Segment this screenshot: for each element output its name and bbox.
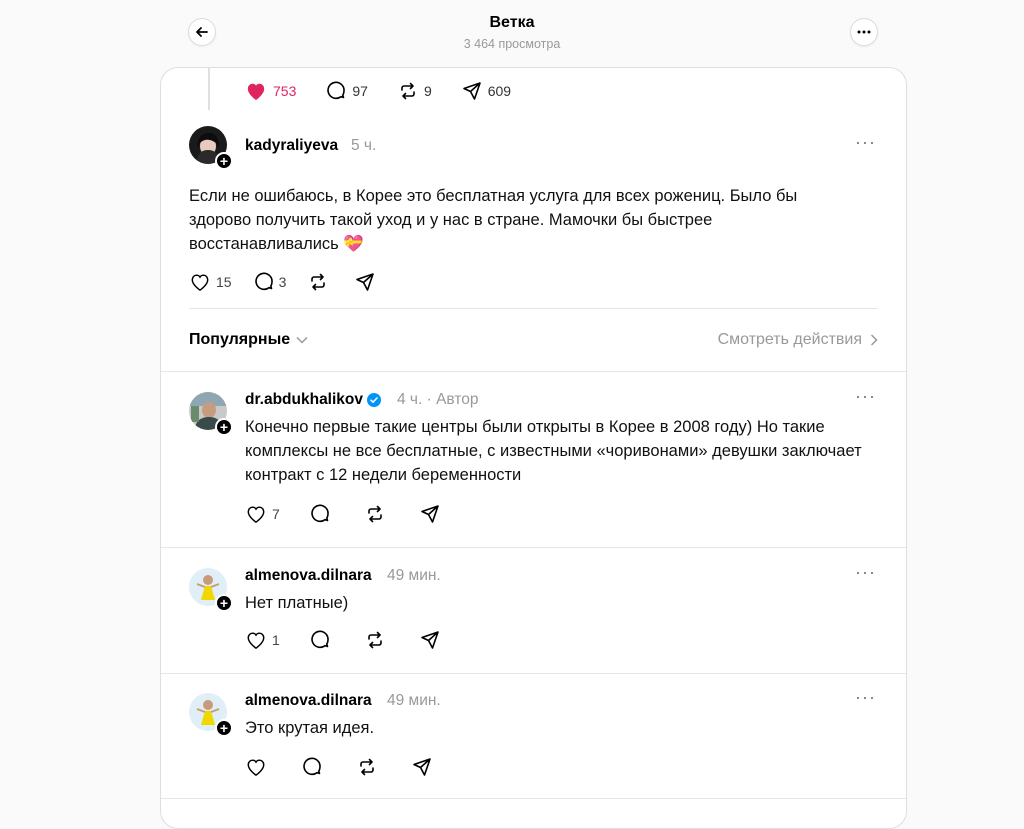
more-options-icon[interactable]: ··· (855, 132, 876, 153)
share-button[interactable] (420, 504, 445, 524)
more-options-icon[interactable]: ··· (855, 687, 876, 708)
username[interactable]: almenova.dilnara (245, 692, 372, 710)
comment-actions: 7 (245, 504, 467, 524)
author-tag: Автор (436, 391, 479, 408)
repost-button[interactable] (308, 272, 333, 292)
username[interactable]: almenova.dilnara (245, 567, 372, 585)
comment-text: Конечно первые такие центры были открыты… (245, 418, 862, 484)
parent-stats: 753 97 9 609 (245, 80, 541, 102)
follow-plus-icon[interactable]: + (215, 152, 233, 170)
follow-plus-icon[interactable]: + (215, 594, 233, 612)
reply-count: 97 (352, 83, 368, 99)
send-icon (413, 758, 431, 776)
post-actions: 15 3 (189, 272, 402, 292)
repost-icon (360, 758, 374, 776)
view-actions-label: Смотреть действия (717, 331, 862, 348)
like-count: 15 (216, 274, 232, 290)
verified-badge-icon (367, 392, 382, 407)
send-icon (420, 631, 439, 649)
timestamp: 49 мин. (387, 567, 441, 584)
repost-button[interactable] (365, 630, 390, 650)
comment-item: + almenova.dilnara 49 мин. ··· Нет платн… (161, 562, 906, 674)
comment-meta: 4 ч. · Автор (397, 391, 479, 408)
timestamp: 49 мин. (387, 692, 441, 709)
sort-dropdown[interactable]: Популярные (189, 331, 308, 349)
divider (189, 308, 878, 309)
share-button[interactable] (412, 757, 437, 777)
comment-icon (254, 272, 273, 291)
comment-actions (245, 757, 459, 777)
divider (161, 673, 906, 674)
heart-icon (247, 632, 265, 650)
repost-button[interactable] (365, 504, 390, 524)
reply-button[interactable] (310, 630, 335, 650)
like-count: 7 (272, 506, 280, 522)
divider (161, 547, 906, 548)
heart-icon (247, 506, 265, 524)
like-button[interactable]: 1 (245, 630, 280, 650)
comment-icon (311, 630, 329, 649)
like-count: 1 (272, 632, 280, 648)
more-options-button[interactable] (850, 18, 878, 46)
like-button[interactable]: 15 (189, 272, 232, 292)
like-button[interactable]: 7 (245, 504, 280, 524)
repost-icon (311, 273, 326, 291)
chevron-right-icon (870, 334, 878, 346)
comment-icon (303, 757, 321, 776)
top-bar: Ветка 3 464 просмотра (0, 0, 1024, 66)
comment-icon (327, 81, 346, 100)
follow-plus-icon[interactable]: + (215, 719, 233, 737)
share-count: 609 (487, 83, 512, 99)
repost-count: 9 (423, 83, 432, 99)
more-options-icon[interactable]: ··· (855, 562, 876, 583)
view-actions-link[interactable]: Смотреть действия (718, 331, 878, 349)
comment-icon (311, 504, 329, 523)
more-options-icon[interactable]: ··· (855, 386, 876, 407)
comment-item: + almenova.dilnara 49 мин. ··· Это крута… (161, 687, 906, 799)
heart-filled-icon (247, 83, 265, 101)
sort-label: Популярные (189, 331, 291, 348)
timestamp: 5 ч. (351, 137, 377, 154)
chevron-down-icon (296, 331, 308, 349)
share-button[interactable] (420, 630, 445, 650)
reply-button[interactable] (310, 504, 335, 524)
heart-ribbon-emoji: 💝 (343, 235, 364, 253)
timestamp: 4 ч. (397, 391, 423, 408)
repost-icon (401, 82, 415, 100)
divider (161, 371, 906, 372)
heart-icon (191, 274, 209, 292)
divider (161, 798, 906, 799)
ellipsis-icon (857, 30, 871, 34)
comment-item: + dr.abdukhalikov 4 ч. · Автор ··· Конеч… (161, 386, 906, 543)
comment-actions: 1 (245, 630, 467, 650)
share-button[interactable]: 609 (462, 81, 511, 101)
repost-button[interactable]: 9 (398, 81, 432, 101)
username-text: dr.abdukhalikov (245, 391, 364, 408)
like-count: 753 (273, 83, 297, 99)
repost-icon (367, 631, 382, 649)
like-button[interactable] (245, 757, 272, 777)
send-icon (462, 82, 481, 100)
reply-button[interactable]: 97 (326, 81, 368, 101)
comment-text: Нет платные) (245, 594, 349, 612)
follow-plus-icon[interactable]: + (215, 418, 233, 436)
reply-count: 3 (278, 274, 287, 290)
heart-icon (247, 759, 265, 777)
like-button[interactable]: 753 (245, 81, 296, 101)
send-icon (356, 273, 375, 291)
reply-button[interactable]: 3 (254, 272, 287, 292)
username[interactable]: dr.abdukhalikov (245, 391, 382, 409)
thread-card: 753 97 9 609 + kadyraliyeva 5 ч. ··· Есл… (160, 67, 907, 829)
repost-button[interactable] (357, 757, 382, 777)
post-text: Если не ошибаюсь, в Корее это бесплатная… (189, 184, 849, 256)
comment-text: Это крутая идея. (245, 719, 375, 737)
username[interactable]: kadyraliyeva (245, 137, 338, 155)
post-text-body: Если не ошибаюсь, в Корее это бесплатная… (189, 187, 798, 253)
share-button[interactable] (355, 272, 380, 292)
repost-icon (367, 505, 382, 523)
reply-button[interactable] (302, 757, 327, 777)
reply-post: + kadyraliyeva 5 ч. ··· Если не ошибаюсь… (161, 126, 906, 306)
send-icon (420, 505, 439, 523)
thread-line (208, 68, 210, 110)
